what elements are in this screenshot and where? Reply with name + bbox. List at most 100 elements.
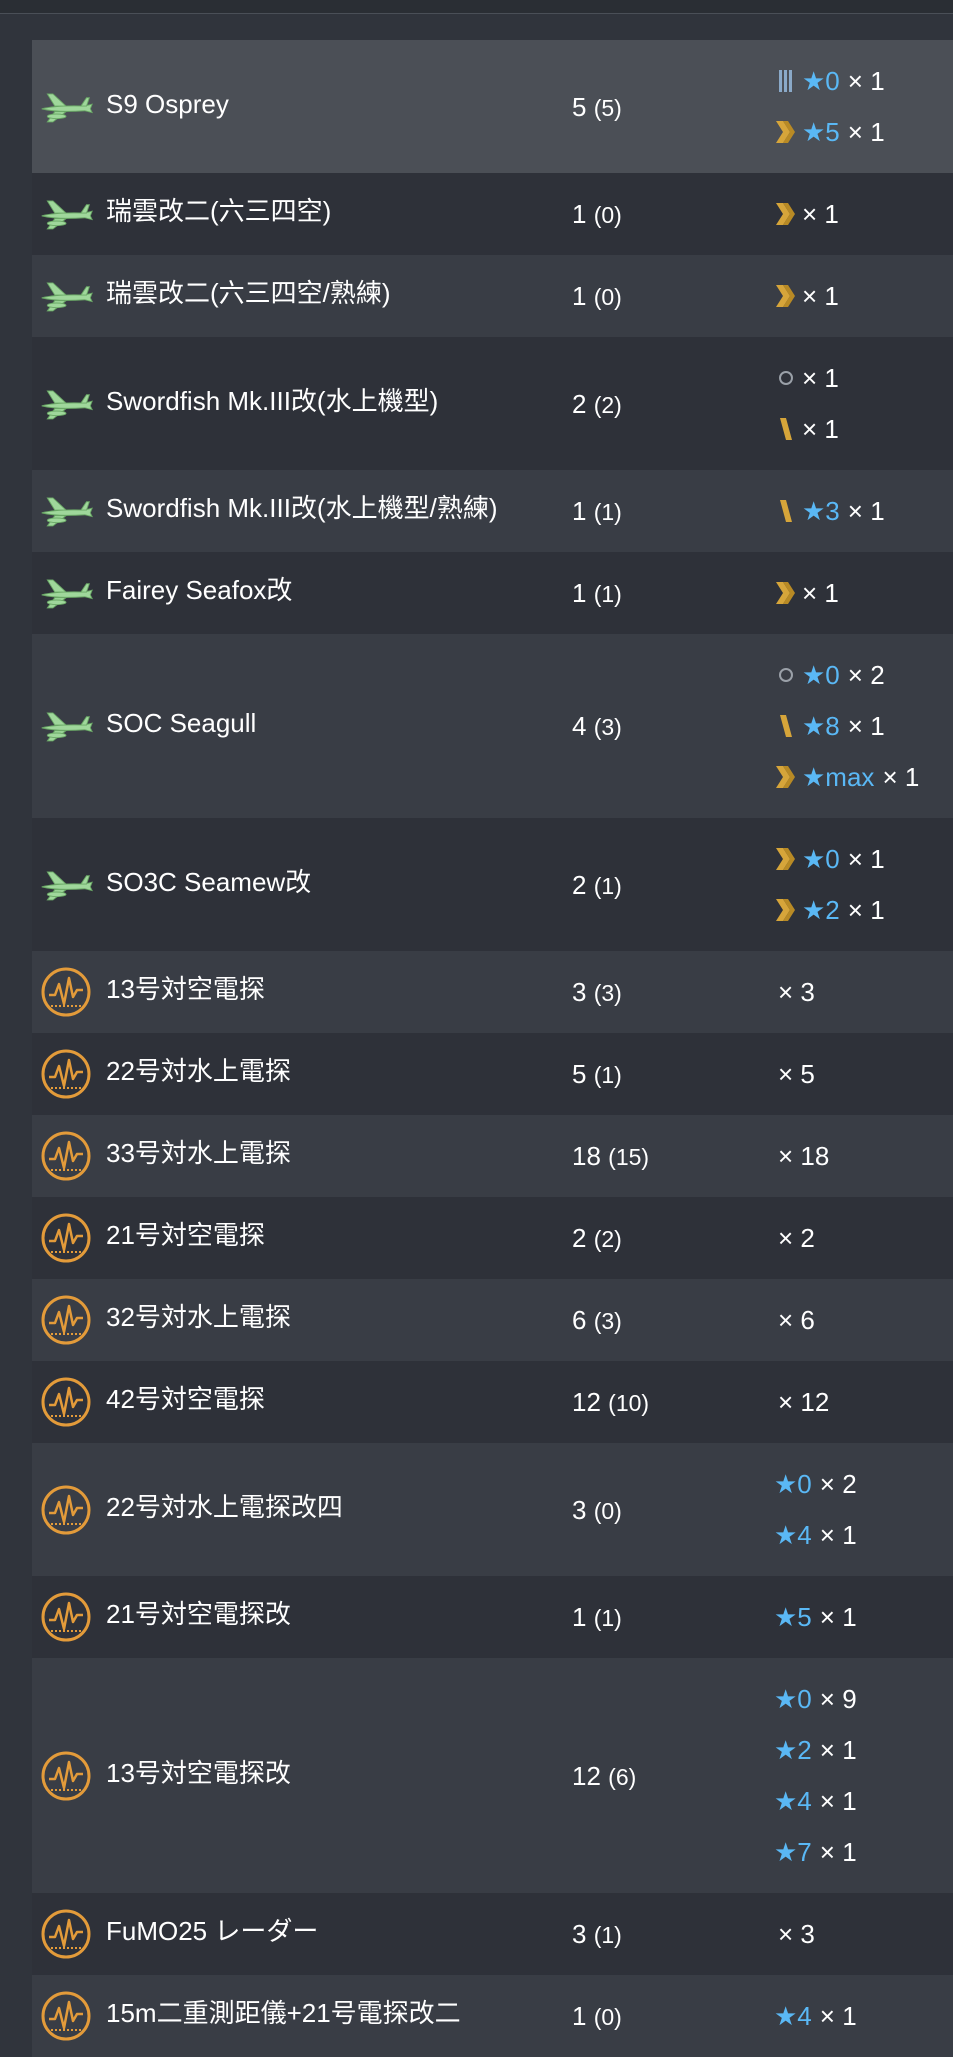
table-row[interactable]: 22号対水上電探改四 3 (0) ★0 × 2 ★4 × 1 (32, 1443, 953, 1576)
detail-line: ★0 × 1 (774, 844, 885, 874)
prof-chevron-icon (774, 283, 798, 309)
detail-count: × 1 (802, 198, 839, 229)
detail-count: × 1 (819, 1836, 857, 1867)
table-row[interactable]: 22号対水上電探 5 (1) × 5 (32, 1033, 953, 1115)
count-total: 1 (572, 578, 587, 608)
detail-count: × 1 (847, 495, 885, 526)
equipment-count: 2 (2) (572, 1223, 622, 1254)
detail-count: × 3 (778, 976, 815, 1007)
count-available: (3) (593, 980, 622, 1006)
table-row[interactable]: SO3C Seamew改 2 (1) ★0 × 1 ★2 × 1 (32, 818, 953, 951)
count-total: 4 (572, 711, 587, 741)
equipment-count: 6 (3) (572, 1305, 622, 1336)
detail-count: × 1 (819, 1785, 857, 1816)
equipment-count: 3 (3) (572, 977, 622, 1008)
count-total: 2 (572, 869, 587, 900)
improvement-details: × 3 (774, 951, 953, 1033)
table-row[interactable]: 13号対空電探 3 (3) × 3 (32, 951, 953, 1033)
table-row[interactable]: 瑞雲改二(六三四空/熟練) 1 (0) × 1 (32, 255, 953, 337)
improvement-details: × 18 (774, 1115, 953, 1197)
table-row[interactable]: 32号対水上電探 6 (3) × 6 (32, 1279, 953, 1361)
detail-line: ★3 × 1 (774, 496, 885, 526)
count-available: (1) (593, 872, 622, 899)
count-available: (6) (608, 1763, 637, 1790)
count-available: (10) (608, 1390, 650, 1416)
count-available: (1) (593, 1605, 622, 1631)
detail-count: × 18 (778, 1140, 830, 1171)
table-row[interactable]: 42号対空電探 12 (10) × 12 (32, 1361, 953, 1443)
detail-line: × 1 (774, 199, 839, 229)
star-level: ★3 (802, 495, 840, 526)
equipment-name: S9 Osprey (106, 88, 229, 119)
radar-icon (38, 1906, 94, 1962)
table-row[interactable]: 13号対空電探改 12 (6) ★0 × 9 ★2 × 1 ★4 × 1 ★7 × 1 (32, 1658, 953, 1893)
prof-chevron-icon (774, 764, 798, 790)
seaplane-icon (38, 857, 94, 913)
star-level: ★max (802, 761, 875, 792)
improvement-details: × 12 (774, 1361, 953, 1443)
star-level: ★0 (774, 1468, 812, 1499)
detail-line: × 18 (774, 1141, 829, 1171)
equipment-count: 3 (1) (572, 1919, 622, 1950)
table-row[interactable]: 瑞雲改二(六三四空) 1 (0) × 1 (32, 173, 953, 255)
star-level: ★0 (802, 65, 840, 96)
detail-count: × 2 (819, 1468, 857, 1499)
seaplane-icon (38, 565, 94, 621)
count-available: (5) (593, 94, 622, 121)
seaplane-icon (38, 268, 94, 324)
improvement-details: × 2 (774, 1197, 953, 1279)
table-row[interactable]: Swordfish Mk.III改(水上機型/熟練) 1 (1) ★3 × 1 (32, 470, 953, 552)
prof-none-icon (774, 365, 798, 391)
radar-icon (38, 1589, 94, 1645)
detail-line: ★0 × 2 (774, 1469, 857, 1499)
seaplane-icon (38, 186, 94, 242)
equipment-name: 13号対空電探改 (106, 1757, 291, 1788)
detail-line: ★8 × 1 (774, 711, 885, 741)
equipment-name: 42号対空電探 (106, 1384, 265, 1414)
star-level: ★7 (774, 1836, 812, 1867)
table-row[interactable]: 15m二重測距儀+21号電探改二 1 (0) ★4 × 1 (32, 1975, 953, 2057)
detail-count: × 1 (802, 280, 839, 311)
equipment-count: 1 (0) (572, 281, 622, 312)
table-row[interactable]: FuMO25 レーダー 3 (1) × 3 (32, 1893, 953, 1975)
star-level: ★0 (774, 1683, 812, 1714)
equipment-count: 1 (1) (572, 496, 622, 527)
radar-icon (38, 1748, 94, 1804)
count-available: (0) (593, 202, 622, 228)
star-level: ★2 (774, 1734, 812, 1765)
detail-line: × 1 (774, 414, 839, 444)
detail-count: × 6 (778, 1304, 815, 1335)
count-available: (1) (593, 1062, 622, 1088)
detail-line: × 5 (774, 1059, 815, 1089)
table-row[interactable]: 21号対空電探改 1 (1) ★5 × 1 (32, 1576, 953, 1658)
improvement-details: ★5 × 1 (774, 1576, 953, 1658)
improvement-details: × 1 (774, 173, 953, 255)
improvement-details: × 6 (774, 1279, 953, 1361)
count-total: 3 (572, 1494, 587, 1525)
star-level: ★0 (802, 659, 840, 690)
radar-icon (38, 1482, 94, 1538)
count-available: (3) (593, 1308, 622, 1334)
count-total: 3 (572, 977, 587, 1007)
count-total: 1 (572, 2001, 587, 2031)
count-available: (0) (593, 284, 622, 310)
count-total: 12 (572, 1387, 601, 1417)
table-row[interactable]: Swordfish Mk.III改(水上機型) 2 (2) × 1 × 1 (32, 337, 953, 470)
equipment-count: 2 (2) (572, 389, 622, 420)
prof-chevron-icon (774, 846, 798, 872)
improvement-details: × 1 × 1 (774, 337, 953, 470)
improvement-details: ★4 × 1 (774, 1975, 953, 2057)
count-total: 12 (572, 1760, 601, 1791)
equipment-name: 22号対水上電探 (106, 1056, 291, 1086)
equipment-name: 瑞雲改二(六三四空) (106, 196, 332, 226)
table-row[interactable]: 33号対水上電探 18 (15) × 18 (32, 1115, 953, 1197)
table-row[interactable]: 21号対空電探 2 (2) × 2 (32, 1197, 953, 1279)
prof-slash-icon (774, 416, 798, 442)
prof-none-icon (774, 662, 798, 688)
detail-count: × 1 (847, 710, 885, 741)
table-row[interactable]: S9 Osprey 5 (5) ★0 × 1 ★5 × 1 (32, 40, 953, 173)
detail-count: × 9 (819, 1683, 857, 1714)
detail-line: ★0 × 1 (774, 66, 885, 96)
table-row[interactable]: SOC Seagull 4 (3) ★0 × 2 ★8 × 1 ★max × 1 (32, 634, 953, 818)
table-row[interactable]: Fairey Seafox改 1 (1) × 1 (32, 552, 953, 634)
